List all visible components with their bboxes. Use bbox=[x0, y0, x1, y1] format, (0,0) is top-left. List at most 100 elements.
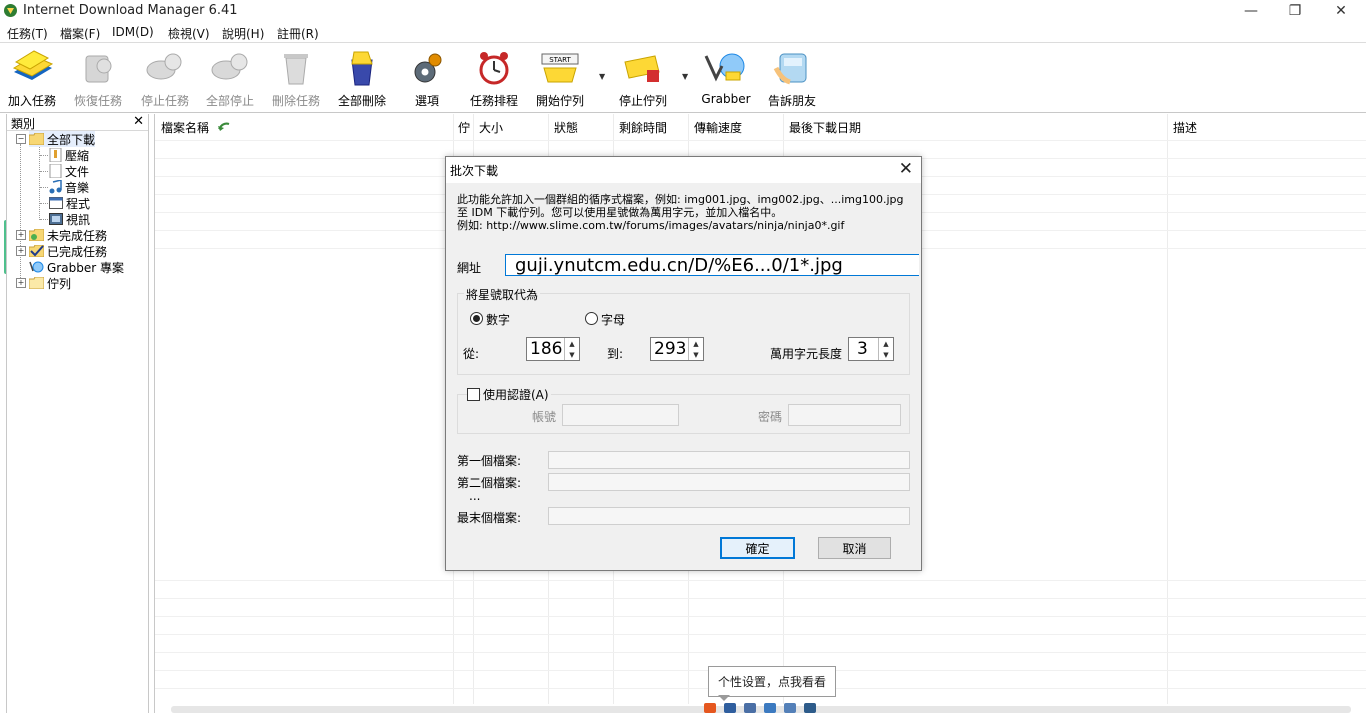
dialog-close-icon[interactable]: ✕ bbox=[899, 159, 913, 179]
video-film-icon bbox=[49, 213, 63, 225]
sidebar-item-grabber-projects[interactable]: Grabber 專案 bbox=[29, 259, 124, 275]
row-divider bbox=[155, 652, 1366, 653]
first-file-label: 第一個檔案: bbox=[457, 454, 522, 468]
delete-task-button[interactable]: 刪除任務 bbox=[270, 48, 322, 110]
finished-expander[interactable]: + bbox=[16, 246, 26, 256]
stop-queue-dropdown-icon[interactable]: ▼ bbox=[682, 72, 688, 81]
sidebar-item-label: 全部下載 bbox=[47, 132, 96, 147]
tray-icon[interactable] bbox=[784, 703, 796, 713]
row-divider bbox=[155, 598, 1366, 599]
from-stepper[interactable]: 186 ▲ ▼ bbox=[526, 337, 580, 361]
column-label: 傳輸速度 bbox=[694, 120, 743, 135]
url-input[interactable]: guji.ynutcm.edu.cn/D/%E6...0/1*.jpg bbox=[505, 254, 919, 276]
tray-icon[interactable] bbox=[724, 703, 736, 713]
scheduler-button[interactable]: 任務排程 bbox=[468, 48, 520, 110]
menu-tasks[interactable]: 任務(T) bbox=[7, 25, 48, 42]
number-radio[interactable] bbox=[470, 312, 483, 325]
sidebar-close-icon[interactable]: ✕ bbox=[133, 114, 144, 129]
column-time-left[interactable]: 剩餘時間 bbox=[619, 114, 689, 140]
wildcard-stepper-buttons: ▲ ▼ bbox=[878, 338, 893, 360]
grabber-label: Grabber bbox=[701, 92, 751, 106]
close-button[interactable]: ✕ bbox=[1318, 0, 1364, 22]
sidebar-item-label: 音樂 bbox=[65, 180, 90, 195]
last-file-field bbox=[548, 507, 910, 525]
column-last-try-date[interactable]: 最後下載日期 bbox=[789, 114, 1159, 140]
category-sidebar: 類別 ✕ − 全部下載 壓縮 文件 音樂 程式 視訊 + 未完成任務 + 已完成… bbox=[6, 114, 149, 713]
tree-line bbox=[40, 155, 48, 156]
tree-line bbox=[40, 203, 48, 204]
all-downloads-expander[interactable]: − bbox=[16, 134, 26, 144]
sidebar-item-label: 壓縮 bbox=[65, 148, 90, 163]
stop-task-label: 停止任務 bbox=[140, 94, 189, 108]
user-label: 帳號 bbox=[532, 410, 557, 424]
from-up-arrow-icon[interactable]: ▲ bbox=[565, 338, 579, 349]
restore-button[interactable]: ❐ bbox=[1272, 0, 1318, 22]
menu-file[interactable]: 檔案(F) bbox=[60, 25, 100, 42]
stop-task-button[interactable]: 停止任務 bbox=[139, 48, 191, 110]
to-value: 293 bbox=[654, 339, 687, 359]
start-queue-button[interactable]: START 開始佇列 bbox=[534, 48, 586, 110]
sidebar-item-unfinished[interactable]: 未完成任務 bbox=[29, 227, 107, 243]
stop-all-button[interactable]: 全部停止 bbox=[204, 48, 256, 110]
letter-radio[interactable] bbox=[585, 312, 598, 325]
tray-icon[interactable] bbox=[804, 703, 816, 713]
wildcard-length-stepper[interactable]: 3 ▲ ▼ bbox=[848, 337, 894, 361]
to-down-arrow-icon[interactable]: ▼ bbox=[689, 349, 703, 360]
wildcard-down-arrow-icon[interactable]: ▼ bbox=[879, 349, 893, 360]
to-stepper[interactable]: 293 ▲ ▼ bbox=[650, 337, 704, 361]
tree-line bbox=[20, 144, 21, 284]
ok-button[interactable]: 確定 bbox=[720, 537, 795, 559]
resume-task-label: 恢復任務 bbox=[73, 94, 122, 108]
sidebar-item-music[interactable]: 音樂 bbox=[49, 179, 89, 195]
stop-queue-button[interactable]: 停止佇列 bbox=[617, 48, 669, 110]
minimize-button[interactable]: — bbox=[1228, 0, 1274, 22]
cancel-button[interactable]: 取消 bbox=[818, 537, 891, 559]
menu-idm[interactable]: IDM(D) bbox=[112, 25, 154, 39]
add-task-button[interactable]: 加入任務 bbox=[6, 48, 58, 110]
sidebar-item-all-downloads[interactable]: 全部下載 bbox=[29, 131, 96, 147]
sidebar-item-queues[interactable]: 佇列 bbox=[29, 275, 71, 291]
unfinished-expander[interactable]: + bbox=[16, 230, 26, 240]
password-input[interactable] bbox=[788, 404, 901, 426]
toolbar: 加入任務 恢復任務 停止任務 全部停止 刪除任務 全部刪除 選項 任務排程 ST… bbox=[0, 43, 1366, 112]
use-authentication-checkbox[interactable] bbox=[467, 388, 480, 401]
grabber-button[interactable]: Grabber bbox=[701, 48, 751, 110]
start-queue-dropdown-icon[interactable]: ▼ bbox=[599, 72, 605, 81]
user-input[interactable] bbox=[562, 404, 679, 426]
column-queue[interactable]: 佇 bbox=[458, 114, 472, 140]
tell-friend-button[interactable]: 告訴朋友 bbox=[766, 48, 818, 110]
menu-help[interactable]: 說明(H) bbox=[222, 25, 264, 42]
from-label: 從: bbox=[463, 347, 480, 361]
stop-all-label: 全部停止 bbox=[205, 94, 254, 108]
zip-file-icon bbox=[49, 148, 62, 162]
sidebar-header: 類別 ✕ bbox=[7, 114, 148, 131]
column-status[interactable]: 狀態 bbox=[554, 114, 614, 140]
browser-icon[interactable] bbox=[704, 703, 716, 713]
tray-icon[interactable] bbox=[764, 703, 776, 713]
stop-all-icon bbox=[211, 53, 248, 80]
menu-view[interactable]: 檢視(V) bbox=[168, 25, 210, 42]
resume-task-button[interactable]: 恢復任務 bbox=[72, 48, 124, 110]
sidebar-item-label: 佇列 bbox=[47, 276, 72, 291]
sidebar-item-programs[interactable]: 程式 bbox=[49, 195, 90, 211]
delete-all-button[interactable]: 全部刪除 bbox=[336, 48, 388, 110]
sidebar-item-video[interactable]: 視訊 bbox=[49, 211, 90, 227]
personalization-tooltip[interactable]: 个性设置，点我看看 bbox=[708, 666, 836, 697]
menu-register[interactable]: 註冊(R) bbox=[277, 25, 319, 42]
sidebar-item-documents[interactable]: 文件 bbox=[49, 163, 89, 179]
to-up-arrow-icon[interactable]: ▲ bbox=[689, 338, 703, 349]
column-description[interactable]: 描述 bbox=[1173, 114, 1323, 140]
queues-expander[interactable]: + bbox=[16, 278, 26, 288]
tray-icon[interactable] bbox=[744, 703, 756, 713]
column-size[interactable]: 大小 bbox=[479, 114, 547, 140]
options-button[interactable]: 選項 bbox=[403, 48, 451, 110]
dialog-title-bar: 批次下載 ✕ bbox=[446, 157, 921, 183]
sidebar-item-finished[interactable]: 已完成任務 bbox=[29, 243, 107, 259]
wildcard-up-arrow-icon[interactable]: ▲ bbox=[879, 338, 893, 349]
tree-line bbox=[40, 219, 48, 220]
column-transfer-rate[interactable]: 傳輸速度 bbox=[694, 114, 784, 140]
sidebar-item-label: 文件 bbox=[65, 164, 90, 179]
sidebar-item-compressed[interactable]: 壓縮 bbox=[49, 147, 89, 163]
column-file-name[interactable]: 檔案名稱 bbox=[161, 114, 453, 140]
from-down-arrow-icon[interactable]: ▼ bbox=[565, 349, 579, 360]
